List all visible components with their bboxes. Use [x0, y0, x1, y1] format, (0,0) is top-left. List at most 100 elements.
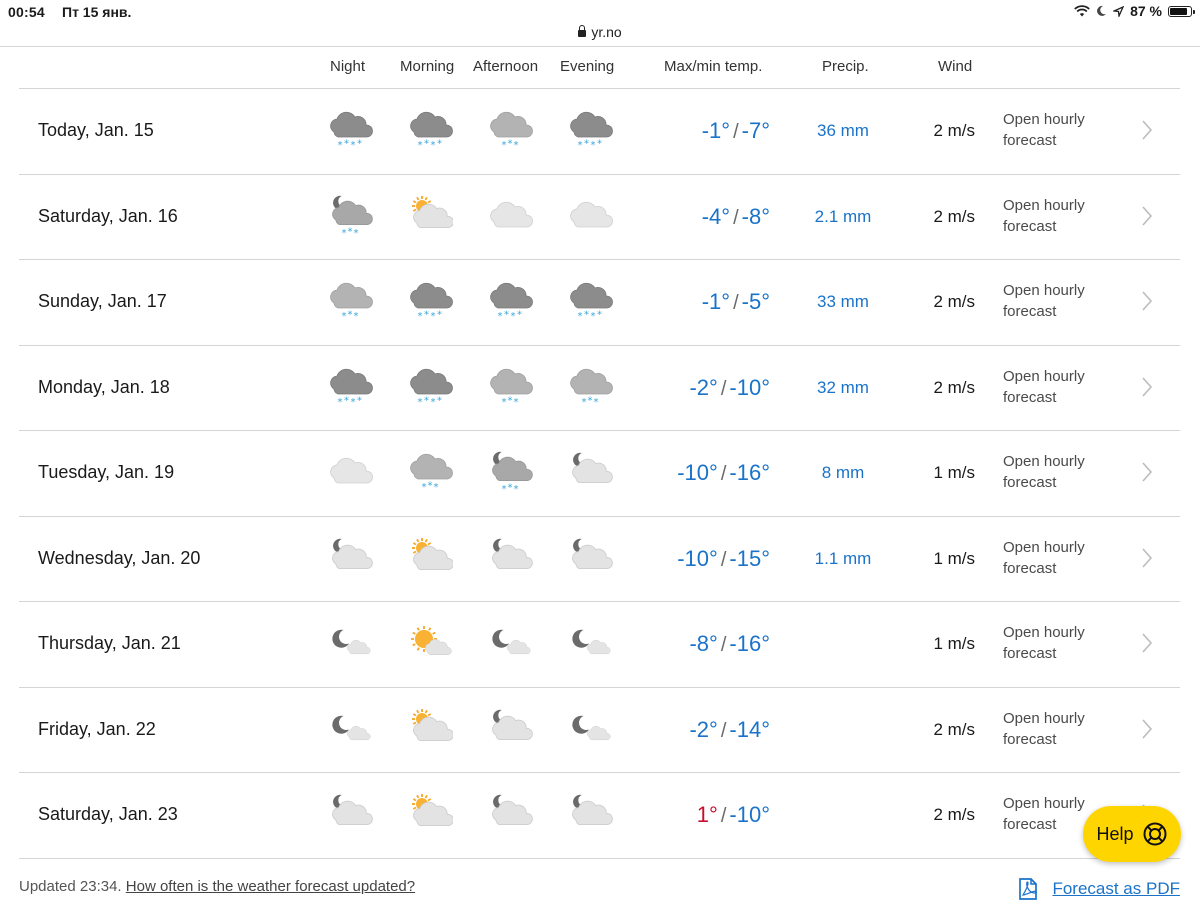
header-afternoon: Afternoon [473, 58, 539, 75]
moon-small-cloud-icon [487, 621, 533, 665]
temp-separator: / [720, 378, 727, 400]
svg-text:*: * [597, 139, 602, 150]
svg-text:*: * [354, 311, 359, 322]
chevron-right-icon[interactable] [1141, 119, 1153, 141]
pdf-link[interactable]: Forecast as PDF [1052, 879, 1180, 899]
day-label: Thursday, Jan. 21 [38, 633, 181, 653]
chevron-right-icon[interactable] [1141, 376, 1153, 398]
forecast-row[interactable]: Friday, Jan. 22 -2° / -14° 2 m/s Open hourly… [19, 687, 1180, 772]
precipitation: 36 mm [817, 121, 869, 140]
partly-sunny-cloud-icon [407, 194, 454, 238]
open-hourly-forecast-link[interactable]: Open hourly forecast [1003, 451, 1113, 493]
precipitation: 8 mm [821, 463, 865, 482]
help-label: Help [1096, 823, 1134, 844]
svg-text:*: * [344, 396, 349, 407]
wind-speed: 2 m/s [933, 720, 975, 739]
chevron-right-icon[interactable] [1141, 547, 1153, 569]
svg-text:*: * [502, 140, 507, 151]
forecast-row[interactable]: Saturday, Jan. 16 * * * -4° / -8° 2.1 mm 2 m/s… [19, 174, 1180, 259]
address-bar[interactable]: yr.no [0, 24, 1200, 40]
forecast-row[interactable]: Wednesday, Jan. 20 -10° / -15° 1.1 mm 1 m/s O… [19, 516, 1180, 601]
svg-text:*: * [591, 311, 596, 322]
header-precip: Precip. [822, 58, 869, 75]
chevron-right-icon[interactable] [1141, 205, 1153, 227]
open-hourly-forecast-link[interactable]: Open hourly forecast [1003, 622, 1113, 664]
min-temp: -10° [729, 375, 770, 400]
heavy-snow-icon: * * * * [327, 108, 373, 152]
night-cloud-icon [567, 450, 613, 494]
night-cloud-icon [327, 536, 373, 580]
open-hourly-forecast-link[interactable]: Open hourly forecast [1003, 537, 1113, 579]
forecast-row[interactable]: Saturday, Jan. 23 1° / -10° 2 m/s Open hourl… [19, 772, 1180, 857]
max-min-temp: -2° / -14° [689, 687, 770, 774]
moon-small-cloud-icon [327, 707, 373, 751]
min-temp: -8° [741, 204, 770, 229]
chevron-right-icon[interactable] [1141, 632, 1153, 654]
light-snow-icon: * * * [327, 279, 373, 323]
day-label: Sunday, Jan. 17 [38, 291, 167, 311]
help-button[interactable]: Help [1083, 806, 1181, 862]
chevron-right-icon[interactable] [1141, 461, 1153, 483]
min-temp: -15° [729, 546, 770, 571]
temp-separator: / [733, 121, 739, 143]
night-cloud-icon [567, 536, 613, 580]
precipitation: 2.1 mm [814, 207, 872, 226]
night-cloud-snow-icon: * * * [487, 450, 533, 495]
svg-text:*: * [342, 311, 347, 322]
svg-text:*: * [508, 139, 513, 150]
svg-text:*: * [502, 397, 507, 408]
svg-text:*: * [357, 396, 362, 407]
svg-text:*: * [348, 227, 353, 238]
svg-text:*: * [502, 484, 507, 495]
wind-speed: 2 m/s [933, 805, 975, 824]
light-cloud-icon [567, 194, 613, 238]
open-hourly-forecast-link[interactable]: Open hourly forecast [1003, 366, 1113, 408]
svg-text:*: * [582, 397, 587, 408]
open-hourly-forecast-link[interactable]: Open hourly forecast [1003, 280, 1113, 322]
temp-separator: / [720, 720, 727, 742]
svg-text:*: * [418, 397, 423, 408]
max-min-temp: -10° / -16° [677, 430, 770, 517]
min-temp: -10° [729, 802, 770, 827]
svg-text:*: * [342, 228, 347, 239]
night-cloud-icon [487, 792, 533, 836]
svg-text:*: * [578, 311, 583, 322]
svg-text:*: * [357, 139, 362, 150]
light-cloud-icon [487, 194, 533, 238]
svg-text:*: * [594, 397, 599, 408]
open-hourly-forecast-link[interactable]: Open hourly forecast [1003, 109, 1113, 151]
chevron-right-icon[interactable] [1141, 718, 1153, 740]
max-min-temp: -8° / -16° [689, 601, 770, 688]
temp-separator: / [720, 805, 727, 827]
update-info-link[interactable]: How often is the weather forecast update… [126, 878, 415, 895]
chevron-right-icon[interactable] [1141, 290, 1153, 312]
header-night: Night [330, 58, 366, 75]
svg-text:*: * [428, 481, 433, 492]
forecast-row[interactable]: Sunday, Jan. 17 * * * * * * * * * * * * * * * -1° / -5… [19, 259, 1180, 344]
svg-text:*: * [354, 228, 359, 239]
svg-text:*: * [597, 310, 602, 321]
temp-separator: / [720, 463, 727, 485]
forecast-row[interactable]: Thursday, Jan. 21 -8° / -16° 1 m/s Open hour… [19, 601, 1180, 686]
max-temp: -8° [689, 631, 718, 656]
night-cloud-snow-icon: * * * [327, 194, 373, 239]
location-arrow-icon [1113, 5, 1125, 17]
forecast-row[interactable]: Today, Jan. 15 * * * * * * * * * * * * * * * -1° / -7°… [19, 88, 1180, 173]
precipitation: 32 mm [817, 378, 869, 397]
svg-text:*: * [517, 310, 522, 321]
max-temp: -1° [701, 118, 731, 143]
forecast-row[interactable]: Monday, Jan. 18 * * * * * * * * * * * * * * -2° / -10… [19, 345, 1180, 430]
open-hourly-forecast-link[interactable]: Open hourly forecast [1003, 195, 1113, 237]
svg-text:*: * [431, 397, 436, 408]
wifi-icon [1074, 5, 1090, 17]
svg-text:*: * [591, 140, 596, 151]
pdf-download[interactable]: Forecast as PDF [1016, 877, 1180, 901]
light-snow-icon: * * * [487, 108, 533, 152]
open-hourly-forecast-link[interactable]: Open hourly forecast [1003, 708, 1113, 750]
partly-sunny-cloud-icon [407, 536, 454, 580]
forecast-row[interactable]: Tuesday, Jan. 19 * * * * * * -10° / -16° 8 mm 1 … [19, 430, 1180, 515]
lock-icon [578, 25, 587, 37]
svg-text:*: * [338, 397, 343, 408]
svg-text:*: * [514, 484, 519, 495]
min-temp: -5° [741, 289, 770, 314]
